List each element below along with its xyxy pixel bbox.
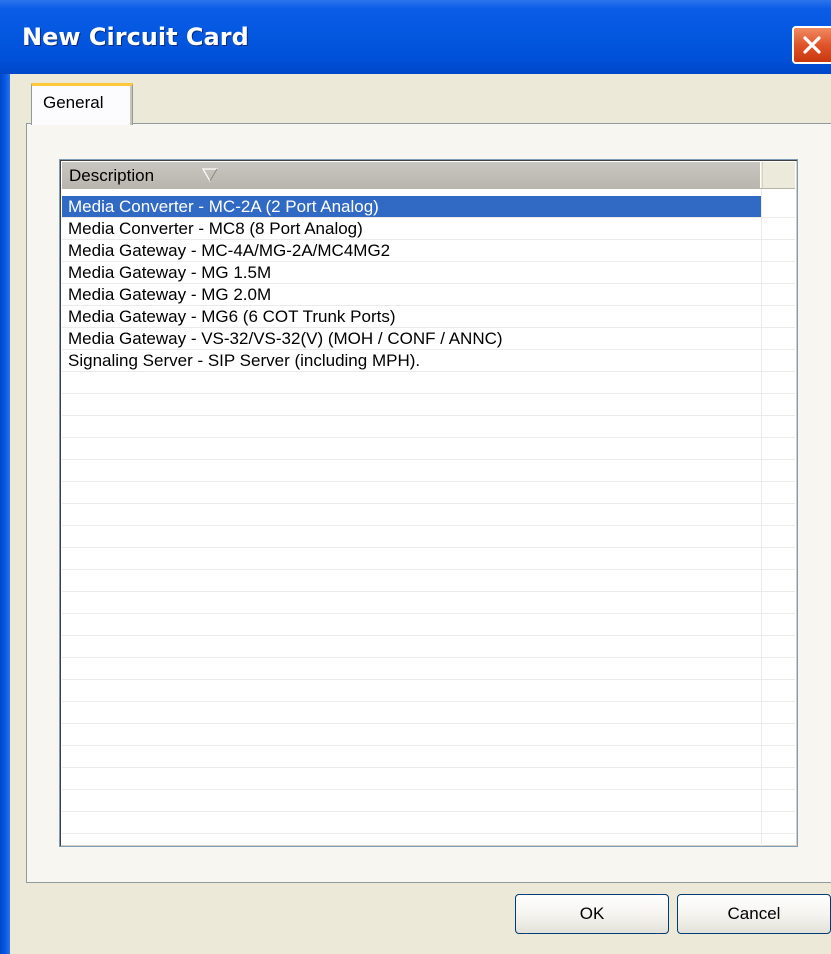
empty-list-row <box>62 768 795 790</box>
list-item-label: Media Gateway - MC-4A/MG-2A/MC4MG2 <box>68 241 391 260</box>
dialog-window: New Circuit Card General Description Med… <box>0 0 831 954</box>
list-item-label: Media Converter - MC-2A (2 Port Analog) <box>68 197 379 216</box>
empty-list-row <box>62 724 795 746</box>
tab-general-label: General <box>43 93 104 112</box>
list-item-label: Media Gateway - MG 1.5M <box>68 263 272 282</box>
ok-button[interactable]: OK <box>515 894 669 934</box>
list-header: Description <box>62 162 795 189</box>
list-item-label: Signaling Server - SIP Server (including… <box>68 351 421 370</box>
list-item[interactable]: Media Converter - MC8 (8 Port Analog) <box>62 218 795 240</box>
column-header-description-label: Description <box>69 166 155 185</box>
cancel-button[interactable]: Cancel <box>677 894 831 934</box>
empty-list-row <box>62 372 795 394</box>
tab-general[interactable]: General <box>31 83 133 125</box>
list-item-cell: Media Gateway - MG6 (6 COT Trunk Ports) <box>62 306 761 327</box>
window-title: New Circuit Card <box>22 23 249 51</box>
list-item-label: Media Gateway - VS-32/VS-32(V) (MOH / CO… <box>68 329 503 348</box>
list-item-cell: Media Converter - MC-2A (2 Port Analog) <box>62 196 761 217</box>
empty-list-row <box>62 812 795 834</box>
column-header-filler <box>762 162 795 188</box>
list-item-label: Media Gateway - MG 2.0M <box>68 285 272 304</box>
empty-list-row <box>62 504 795 526</box>
empty-list-row <box>62 438 795 460</box>
empty-list-row <box>62 592 795 614</box>
list-item-cell: Signaling Server - SIP Server (including… <box>62 350 761 371</box>
list-item[interactable]: Media Converter - MC-2A (2 Port Analog) <box>62 196 795 218</box>
empty-list-row <box>62 658 795 680</box>
list-item[interactable]: Media Gateway - MG6 (6 COT Trunk Ports) <box>62 306 795 328</box>
list-rows: Media Converter - MC-2A (2 Port Analog) … <box>62 196 795 846</box>
list-item-cell: Media Gateway - MG 2.0M <box>62 284 761 305</box>
circuit-card-list[interactable]: Description Media Converter - MC-2A (2 P… <box>59 159 798 847</box>
list-item[interactable]: Media Gateway - MC-4A/MG-2A/MC4MG2 <box>62 240 795 262</box>
list-item[interactable]: Media Gateway - MG 1.5M <box>62 262 795 284</box>
empty-list-row <box>62 702 795 724</box>
list-item-label: Media Converter - MC8 (8 Port Analog) <box>68 219 363 238</box>
empty-list-row <box>62 460 795 482</box>
sort-descending-icon <box>201 168 219 187</box>
empty-list-row <box>62 570 795 592</box>
empty-list-row <box>62 482 795 504</box>
empty-list-row <box>62 746 795 768</box>
close-button[interactable] <box>792 26 831 64</box>
empty-list-row <box>62 614 795 636</box>
list-item-cell: Media Gateway - MC-4A/MG-2A/MC4MG2 <box>62 240 761 261</box>
window-left-border <box>0 74 10 954</box>
empty-list-row <box>62 394 795 416</box>
empty-list-row <box>62 416 795 438</box>
empty-list-row <box>62 636 795 658</box>
empty-list-row <box>62 548 795 570</box>
list-item-cell: Media Gateway - MG 1.5M <box>62 262 761 283</box>
list-item[interactable]: Media Gateway - MG 2.0M <box>62 284 795 306</box>
empty-list-row <box>62 790 795 812</box>
empty-list-row <box>62 834 795 846</box>
list-item-cell: Media Converter - MC8 (8 Port Analog) <box>62 218 761 239</box>
list-item[interactable]: Media Gateway - VS-32/VS-32(V) (MOH / CO… <box>62 328 795 350</box>
title-bar[interactable]: New Circuit Card <box>0 0 831 74</box>
list-item-label: Media Gateway - MG6 (6 COT Trunk Ports) <box>68 307 396 326</box>
column-header-description[interactable]: Description <box>62 162 761 188</box>
list-item[interactable]: Signaling Server - SIP Server (including… <box>62 350 795 372</box>
list-empty-rows <box>62 372 795 846</box>
empty-list-row <box>62 526 795 548</box>
list-item-cell: Media Gateway - VS-32/VS-32(V) (MOH / CO… <box>62 328 761 349</box>
empty-list-row <box>62 680 795 702</box>
